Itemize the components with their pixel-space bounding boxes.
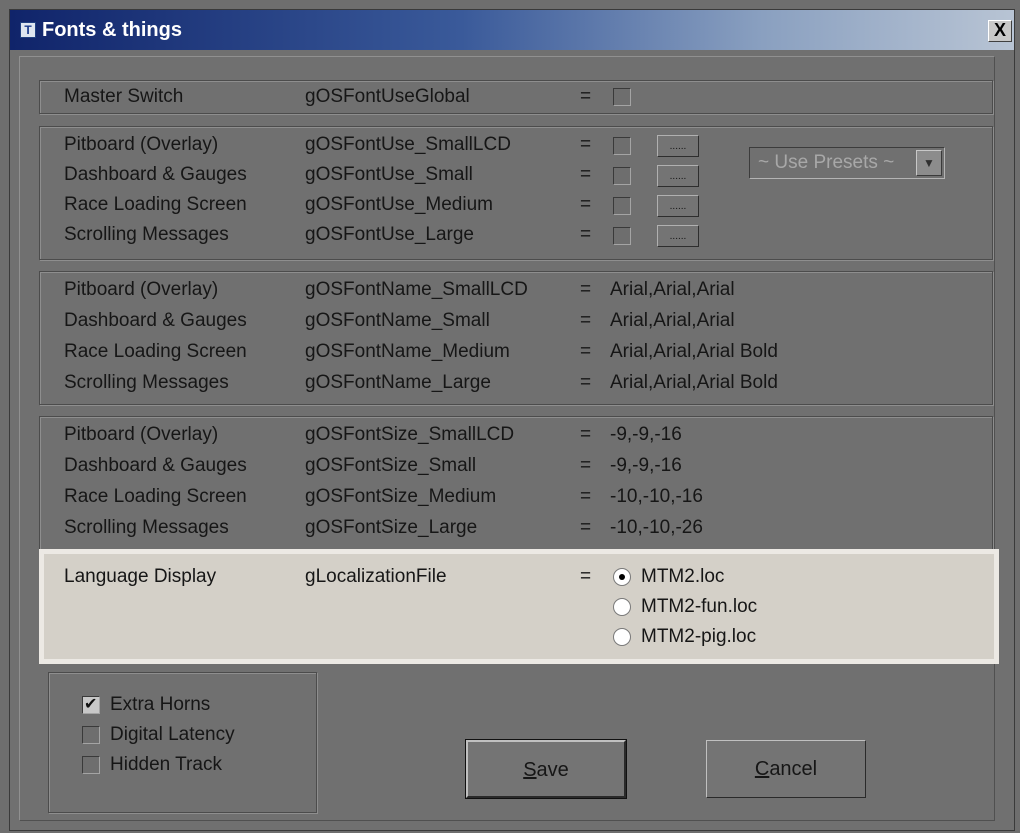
font-name-eq: = <box>580 310 592 331</box>
font-size-label: Race Loading Screen <box>64 486 247 507</box>
font-use-key: gOSFontUse_SmallLCD <box>305 134 511 155</box>
font-name-eq: = <box>580 341 592 362</box>
extra-label: Hidden Track <box>110 754 222 775</box>
font-use-key: gOSFontUse_Small <box>305 164 473 185</box>
font-size-label: Dashboard & Gauges <box>64 455 247 476</box>
font-name-value: Arial,Arial,Arial Bold <box>610 372 778 393</box>
font-name-label: Scrolling Messages <box>64 372 229 393</box>
language-label: Language Display <box>64 566 217 587</box>
font-name-eq: = <box>580 372 592 393</box>
language-option-label: MTM2.loc <box>641 566 725 587</box>
font-size-key: gOSFontSize_Medium <box>305 486 497 507</box>
font-size-eq: = <box>580 455 592 476</box>
font-size-label: Pitboard (Overlay) <box>64 424 219 445</box>
font-size-key: gOSFontSize_Large <box>305 517 478 538</box>
font-use-checkbox[interactable] <box>613 227 631 245</box>
font-size-value: -9,-9,-16 <box>610 424 682 445</box>
font-use-checkbox[interactable] <box>613 137 631 155</box>
master-switch-checkbox[interactable] <box>613 88 631 106</box>
font-use-eq: = <box>580 134 592 155</box>
master-switch-eq: = <box>580 86 592 107</box>
font-use-eq: = <box>580 224 592 245</box>
extra-checkbox[interactable] <box>82 756 100 774</box>
font-name-label: Dashboard & Gauges <box>64 310 247 331</box>
font-size-key: gOSFontSize_SmallLCD <box>305 424 515 445</box>
window-title: Fonts & things <box>42 19 182 41</box>
font-size-eq: = <box>580 486 592 507</box>
font-size-value: -10,-10,-16 <box>610 486 703 507</box>
language-radio[interactable] <box>613 628 631 646</box>
presets-value: ~ Use Presets ~ <box>758 152 895 173</box>
font-name-value: Arial,Arial,Arial <box>610 310 735 331</box>
language-radio[interactable] <box>613 568 631 586</box>
language-option-label: MTM2-pig.loc <box>641 626 757 647</box>
language-eq: = <box>580 566 592 587</box>
extra-checkbox[interactable] <box>82 694 100 714</box>
extra-label: Extra Horns <box>110 694 211 715</box>
font-browse-button[interactable]: ...... <box>657 225 699 247</box>
font-use-eq: = <box>580 164 592 185</box>
font-use-eq: = <box>580 194 592 215</box>
presets-dropdown[interactable]: ~ Use Presets ~ ▼ <box>749 147 945 179</box>
font-browse-button[interactable]: ...... <box>657 165 699 187</box>
font-size-eq: = <box>580 517 592 538</box>
font-name-key: gOSFontName_Medium <box>305 341 510 362</box>
font-name-value: Arial,Arial,Arial Bold <box>610 341 778 362</box>
title-bar[interactable]: T Fonts & things X <box>10 10 1014 50</box>
font-use-label: Race Loading Screen <box>64 194 247 215</box>
extra-checkbox[interactable] <box>82 726 100 744</box>
font-size-label: Scrolling Messages <box>64 517 229 538</box>
font-use-key: gOSFontUse_Large <box>305 224 474 245</box>
font-size-value: -9,-9,-16 <box>610 455 682 476</box>
font-name-label: Pitboard (Overlay) <box>64 279 219 300</box>
extra-label: Digital Latency <box>110 724 235 745</box>
font-size-key: gOSFontSize_Small <box>305 455 477 476</box>
font-browse-button[interactable]: ...... <box>657 195 699 217</box>
font-name-value: Arial,Arial,Arial <box>610 279 735 300</box>
font-name-key: gOSFontName_Small <box>305 310 490 331</box>
font-size-value: -10,-10,-26 <box>610 517 703 538</box>
font-use-checkbox[interactable] <box>613 167 631 185</box>
font-name-eq: = <box>580 279 592 300</box>
chevron-down-icon[interactable]: ▼ <box>916 150 942 176</box>
font-name-key: gOSFontName_Large <box>305 372 491 393</box>
language-radio[interactable] <box>613 598 631 616</box>
master-switch-key: gOSFontUseGlobal <box>305 86 470 107</box>
cancel-button[interactable]: Cancel <box>706 740 866 798</box>
font-name-key: gOSFontName_SmallLCD <box>305 279 528 300</box>
save-button[interactable]: Save <box>465 739 627 799</box>
language-option-label: MTM2-fun.loc <box>641 596 758 617</box>
font-browse-button[interactable]: ...... <box>657 135 699 157</box>
language-key: gLocalizationFile <box>305 566 447 587</box>
font-name-label: Race Loading Screen <box>64 341 247 362</box>
font-size-eq: = <box>580 424 592 445</box>
master-switch-label: Master Switch <box>64 86 184 107</box>
app-icon: T <box>20 22 36 38</box>
font-use-label: Dashboard & Gauges <box>64 164 247 185</box>
close-button[interactable]: X <box>988 20 1012 42</box>
font-use-label: Scrolling Messages <box>64 224 229 245</box>
font-use-label: Pitboard (Overlay) <box>64 134 219 155</box>
font-use-checkbox[interactable] <box>613 197 631 215</box>
font-use-key: gOSFontUse_Medium <box>305 194 493 215</box>
